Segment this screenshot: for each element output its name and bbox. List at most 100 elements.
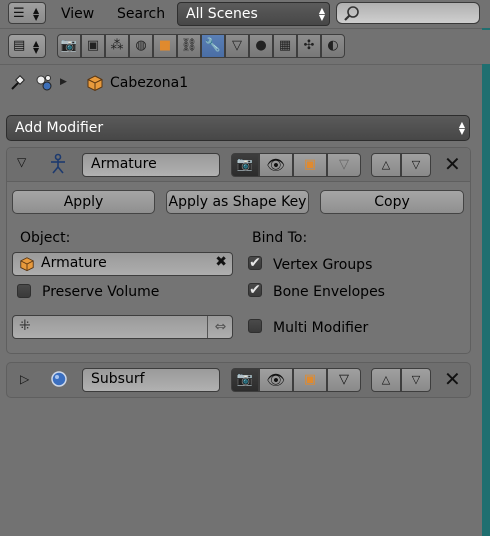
tab-scene[interactable]: ⁂ — [105, 34, 129, 58]
menu-view[interactable]: View — [61, 0, 94, 28]
physics-icon: ◐ — [327, 38, 339, 53]
up-triangle-icon: △ — [381, 158, 391, 171]
object-field[interactable]: Armature ✖ — [12, 252, 233, 276]
apply-label: Apply — [63, 194, 104, 210]
tabs-divider — [0, 64, 482, 65]
subsurf-icon — [50, 370, 68, 388]
vertex-groups-checkbox[interactable]: ✔ — [248, 256, 262, 270]
texture-icon: ▦ — [278, 38, 292, 53]
modifier-name-value: Subsurf — [91, 371, 145, 387]
object-cube-icon — [86, 74, 104, 92]
pin-icon[interactable] — [9, 74, 27, 92]
expand-triangle-icon[interactable]: ▷ — [20, 372, 29, 386]
properties-tab-bar: ▤ ▲ ▼ 📷 ▣ ⁂ ◍ ■ ⛓ 🔧 ▽ ● ▦ ✣ ◐ — [0, 30, 490, 64]
vertex-groups-label: Vertex Groups — [273, 257, 373, 273]
modifier-name-field[interactable]: Armature — [82, 153, 220, 177]
move-down-button[interactable]: ▽ — [401, 153, 431, 177]
modifier-name-field[interactable]: Subsurf — [82, 368, 220, 392]
tab-object[interactable]: ■ — [153, 34, 177, 58]
collapse-triangle-icon[interactable]: ▽ — [17, 155, 26, 169]
scene-filter-select[interactable]: All Scenes ▲ ▼ — [177, 2, 330, 26]
tab-physics[interactable]: ◐ — [321, 34, 345, 58]
add-modifier-dropdown[interactable]: Add Modifier ▲ ▼ — [6, 115, 470, 141]
window-edge — [482, 0, 490, 536]
move-down-button[interactable]: ▽ — [401, 368, 431, 392]
eye-icon: 👁 — [266, 156, 286, 174]
render-toggle[interactable]: 📷 — [231, 368, 259, 392]
world-icon: ◍ — [135, 38, 147, 53]
cage-triangle-icon: ▽ — [339, 157, 349, 172]
tab-texture[interactable]: ▦ — [273, 34, 297, 58]
apply-button[interactable]: Apply — [12, 190, 155, 214]
multi-modifier-checkbox[interactable] — [248, 319, 262, 333]
scene-context-icon — [35, 73, 55, 93]
updown-arrows-icon: ▲ ▼ — [458, 120, 465, 136]
properties-editor-icon: ▤ — [13, 38, 26, 53]
vertex-group-icon: ⁜ — [19, 318, 31, 334]
particles-icon: ✣ — [303, 38, 315, 53]
move-up-button[interactable]: △ — [371, 153, 401, 177]
bind-to-label: Bind To: — [252, 230, 308, 246]
tab-constraints[interactable]: ⛓ — [177, 34, 201, 58]
copy-label: Copy — [374, 194, 410, 210]
mesh-data-icon: ▽ — [232, 38, 242, 53]
object-cube-icon — [20, 257, 34, 272]
outliner-icon: ☰ — [13, 6, 25, 21]
editmode-icon: ▣ — [303, 157, 317, 172]
camera-icon: 📷 — [60, 38, 78, 53]
header-divider — [0, 28, 482, 29]
updown-arrows-icon: ▲ ▼ — [318, 6, 325, 22]
object-label: Object: — [20, 230, 71, 246]
apply-shape-key-button[interactable]: Apply as Shape Key — [166, 190, 309, 214]
properties-editor-button[interactable]: ▤ ▲ ▼ — [8, 34, 46, 58]
tab-data[interactable]: ▽ — [225, 34, 249, 58]
tab-render[interactable]: 📷 — [57, 34, 81, 58]
header-bar: ☰ ▲ ▼ View Search All Scenes ▲ ▼ — [0, 0, 490, 28]
invert-arrows-icon[interactable]: ⇔ — [207, 316, 233, 338]
editmode-toggle[interactable]: ▣ — [293, 153, 327, 177]
clear-x-icon[interactable]: ✖ — [215, 254, 227, 270]
editmode-toggle[interactable]: ▣ — [293, 368, 327, 392]
material-icon: ● — [255, 38, 267, 53]
cage-toggle[interactable]: ▽ — [327, 368, 361, 392]
bone-envelopes-checkbox[interactable]: ✔ — [248, 283, 262, 297]
tab-render-layers[interactable]: ▣ — [81, 34, 105, 58]
render-layers-icon: ▣ — [86, 38, 100, 53]
remove-modifier-icon[interactable]: ✕ — [444, 367, 461, 391]
tab-particles[interactable]: ✣ — [297, 34, 321, 58]
scene-filter-value: All Scenes — [186, 6, 258, 22]
camera-icon: 📷 — [236, 372, 254, 387]
camera-icon: 📷 — [236, 157, 254, 172]
down-triangle-icon: ▽ — [411, 158, 421, 171]
object-cube-icon: ■ — [158, 38, 172, 53]
move-up-button[interactable]: △ — [371, 368, 401, 392]
constraint-link-icon: ⛓ — [180, 38, 198, 53]
up-triangle-icon: △ — [381, 373, 391, 386]
tab-material[interactable]: ● — [249, 34, 273, 58]
wrench-icon: 🔧 — [204, 38, 222, 53]
remove-modifier-icon[interactable]: ✕ — [444, 152, 461, 176]
editor-type-button[interactable]: ☰ ▲ ▼ — [8, 2, 46, 24]
viewport-toggle[interactable]: 👁 — [259, 153, 293, 177]
object-value: Armature — [41, 255, 107, 271]
search-icon — [344, 6, 359, 21]
editmode-icon: ▣ — [303, 372, 317, 387]
preserve-volume-checkbox[interactable] — [17, 284, 31, 298]
search-input[interactable] — [336, 2, 480, 24]
tab-modifiers[interactable]: 🔧 — [201, 34, 225, 58]
vertex-group-field[interactable]: ⁜ ⇔ — [12, 315, 233, 339]
render-toggle[interactable]: 📷 — [231, 153, 259, 177]
updown-arrows-icon: ▲ ▼ — [33, 39, 40, 55]
breadcrumb-arrow-icon: ▶ — [60, 77, 67, 87]
modifier-name-value: Armature — [91, 156, 157, 172]
bone-envelopes-label: Bone Envelopes — [273, 284, 385, 300]
viewport-toggle[interactable]: 👁 — [259, 368, 293, 392]
copy-button[interactable]: Copy — [320, 190, 464, 214]
tab-world[interactable]: ◍ — [129, 34, 153, 58]
menu-search[interactable]: Search — [117, 0, 165, 28]
down-triangle-icon: ▽ — [411, 373, 421, 386]
eye-icon: 👁 — [266, 371, 286, 389]
cage-toggle[interactable]: ▽ — [327, 153, 361, 177]
armature-icon — [47, 153, 69, 175]
add-modifier-label: Add Modifier — [15, 120, 104, 136]
